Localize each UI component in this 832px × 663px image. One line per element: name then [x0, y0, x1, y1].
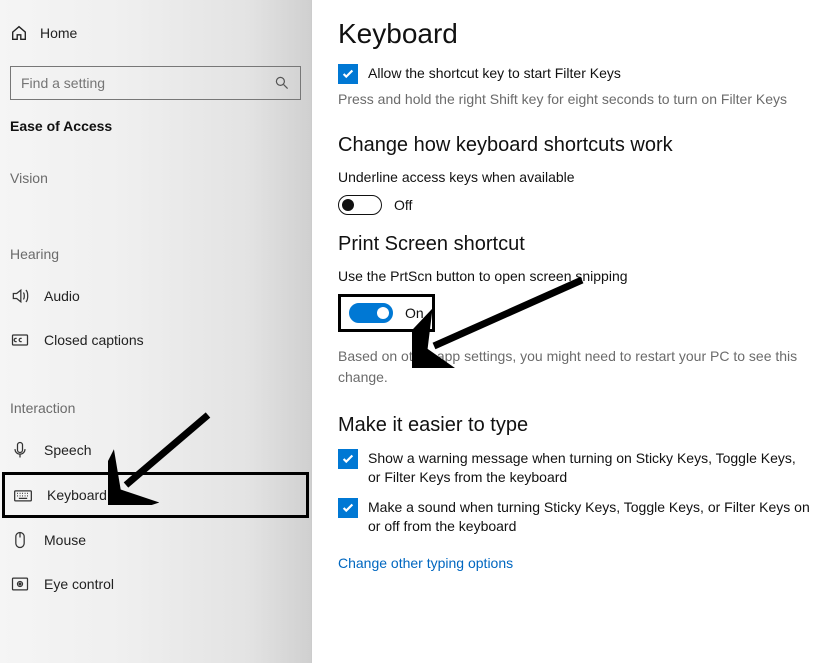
home-icon: [10, 24, 28, 42]
toggle-highlight-box: On: [338, 294, 435, 332]
caption-icon: [10, 330, 30, 350]
sidebar-item-mouse[interactable]: Mouse: [0, 518, 311, 562]
section-title-easier: Make it easier to type: [338, 414, 810, 437]
search-box[interactable]: [10, 66, 301, 100]
group-header-interaction: Interaction: [0, 382, 311, 428]
sidebar-item-label: Mouse: [44, 532, 86, 548]
printscreen-subtext: Use the PrtScn button to open screen sni…: [338, 268, 810, 284]
checkbox-make-sound[interactable]: [338, 498, 358, 518]
main-content: Keyboard Allow the shortcut key to start…: [312, 0, 832, 663]
toggle-label: Off: [394, 197, 412, 213]
checkbox-filter-keys-shortcut[interactable]: [338, 64, 358, 84]
sidebar-item-label: Speech: [44, 442, 91, 458]
shortcuts-subtext: Underline access keys when available: [338, 169, 810, 185]
checkbox-label: Make a sound when turning Sticky Keys, T…: [368, 498, 810, 537]
sidebar-item-eye-control[interactable]: Eye control: [0, 562, 311, 606]
sidebar-item-speech[interactable]: Speech: [0, 428, 311, 472]
checkbox-label: Allow the shortcut key to start Filter K…: [368, 64, 621, 84]
search-icon: [274, 75, 290, 91]
sidebar-item-closed-captions[interactable]: Closed captions: [0, 318, 311, 362]
sidebar-item-audio[interactable]: Audio: [0, 274, 311, 318]
checkbox-show-warning[interactable]: [338, 449, 358, 469]
category-title: Ease of Access: [0, 118, 311, 152]
sidebar-item-label: Audio: [44, 288, 80, 304]
home-label: Home: [40, 25, 77, 41]
search-container: [10, 66, 301, 100]
printscreen-note: Based on other app settings, you might n…: [338, 346, 810, 388]
link-change-typing-options[interactable]: Change other typing options: [338, 555, 513, 571]
group-header-hearing: Hearing: [0, 228, 311, 274]
sidebar-item-label: Eye control: [44, 576, 114, 592]
mouse-icon: [10, 530, 30, 550]
toggle-underline-access-keys[interactable]: [338, 195, 382, 215]
group-header-vision: Vision: [0, 152, 311, 198]
page-title: Keyboard: [338, 18, 810, 50]
sidebar-item-label: Keyboard: [47, 487, 107, 503]
toggle-printscreen[interactable]: [349, 303, 393, 323]
sidebar-item-keyboard[interactable]: Keyboard: [2, 472, 309, 518]
volume-icon: [10, 286, 30, 306]
search-input[interactable]: [21, 75, 261, 91]
home-button[interactable]: Home: [0, 18, 311, 48]
eye-control-icon: [10, 574, 30, 594]
toggle-label: On: [405, 305, 424, 321]
filter-keys-hint: Press and hold the right Shift key for e…: [338, 90, 810, 110]
section-title-printscreen: Print Screen shortcut: [338, 233, 810, 256]
sidebar-item-label: Closed captions: [44, 332, 144, 348]
sidebar: Home Ease of Access Vision Hearing: [0, 0, 312, 663]
microphone-icon: [10, 440, 30, 460]
checkbox-label: Show a warning message when turning on S…: [368, 449, 810, 488]
keyboard-icon: [13, 485, 33, 505]
section-title-shortcuts: Change how keyboard shortcuts work: [338, 134, 810, 157]
